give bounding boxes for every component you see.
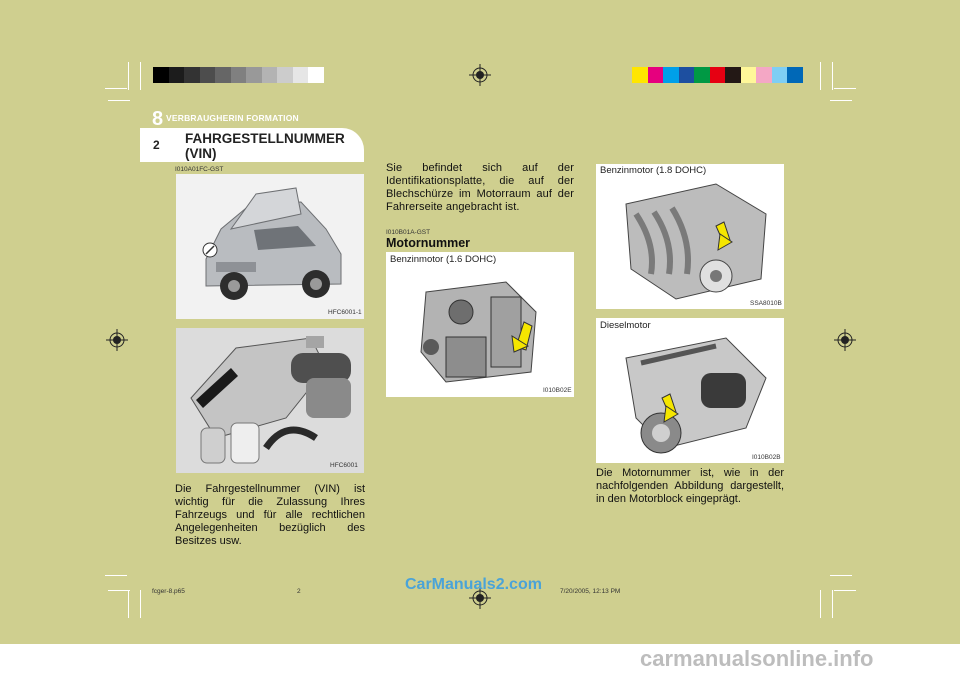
- image-label: I010B02B: [752, 454, 781, 461]
- footer-file-name: fcger-8.p65: [152, 588, 185, 595]
- crop-mark: [834, 590, 856, 591]
- color-swatch: [215, 67, 231, 83]
- crop-mark: [830, 575, 852, 576]
- crop-mark: [834, 88, 856, 89]
- section-title: FAHRGESTELLNUMMER (VIN): [185, 131, 345, 161]
- bottom-watermark[interactable]: carmanualsonline.info: [640, 646, 874, 672]
- engine-1-6-photo: [386, 252, 574, 397]
- color-swatch: [184, 67, 200, 83]
- gray-color-bar: [153, 67, 324, 83]
- color-swatch: [199, 67, 215, 83]
- engine-1-8-photo: [596, 164, 784, 309]
- vin-paragraph: Die Fahrgestellnummer (VIN) ist wichtig …: [175, 483, 365, 547]
- color-swatch: [246, 67, 262, 83]
- crop-mark: [128, 590, 129, 618]
- manual-page: 8 VERBRAUGHERIN FORMATION 2 FAHRGESTELLN…: [0, 0, 960, 678]
- engine-1-6-caption: Benzinmotor (1.6 DOHC): [390, 254, 497, 265]
- engine-1-8-caption: Benzinmotor (1.8 DOHC): [600, 165, 707, 176]
- crop-mark: [140, 62, 141, 90]
- diesel-engine-photo: [596, 318, 784, 463]
- car-front-photo: [176, 174, 364, 319]
- color-swatch: [277, 67, 293, 83]
- crop-mark: [140, 590, 141, 618]
- diesel-engine-illustration: [596, 318, 784, 463]
- crop-mark: [108, 590, 130, 591]
- engine-number-title: Motornummer: [386, 236, 471, 250]
- crop-mark: [820, 62, 821, 90]
- crop-mark: [832, 590, 833, 618]
- location-paragraph: Sie befindet sich auf der Identifikation…: [386, 162, 574, 213]
- color-swatch: [709, 67, 725, 83]
- color-swatch: [153, 67, 169, 83]
- color-swatch: [647, 67, 663, 83]
- color-swatch: [663, 67, 679, 83]
- subsection-code: I010B01A-GST: [386, 229, 431, 236]
- crop-mark: [105, 575, 127, 576]
- crop-mark: [830, 100, 852, 101]
- registration-mark-icon: [469, 64, 491, 86]
- footer-page: 2: [297, 588, 301, 595]
- engine-bay-illustration: [176, 328, 364, 473]
- registration-mark-icon: [106, 329, 128, 351]
- image-label: HFC6001-1: [328, 309, 362, 316]
- crop-mark: [105, 88, 127, 89]
- crop-mark: [108, 100, 130, 101]
- car-illustration: [176, 174, 364, 319]
- image-label: SSA8010B: [750, 300, 782, 307]
- image-label: HFC6001: [330, 462, 358, 469]
- engine-1-6-illustration: [386, 252, 574, 397]
- watermark-link[interactable]: CarManuals2.com: [405, 576, 542, 594]
- color-swatch: [168, 67, 184, 83]
- footer-timestamp: 7/20/2005, 12:13 PM: [560, 588, 621, 595]
- diesel-engine-caption: Dieselmotor: [600, 320, 651, 331]
- color-swatch: [292, 67, 308, 83]
- color-swatch: [308, 67, 324, 83]
- color-swatch: [756, 67, 772, 83]
- color-swatch: [678, 67, 694, 83]
- color-swatch: [740, 67, 756, 83]
- bottom-strip: carmanualsonline.info: [0, 644, 960, 678]
- engine-number-paragraph: Die Motornummer ist, wie in der nachfolg…: [596, 467, 784, 505]
- color-swatch: [725, 67, 741, 83]
- color-swatch: [230, 67, 246, 83]
- page-number: 2: [153, 138, 160, 152]
- registration-mark-icon: [834, 329, 856, 351]
- engine-bay-vin-photo: [176, 328, 364, 473]
- color-swatch: [771, 67, 787, 83]
- section-code: I010A01FC-GST: [175, 166, 224, 173]
- crop-mark: [832, 62, 833, 90]
- process-color-bar: [632, 67, 803, 83]
- color-swatch: [787, 67, 803, 83]
- crop-mark: [820, 590, 821, 618]
- color-swatch: [632, 67, 648, 83]
- chapter-title: VERBRAUGHERIN FORMATION: [166, 113, 299, 123]
- engine-1-8-illustration: [596, 164, 784, 309]
- color-swatch: [261, 67, 277, 83]
- image-label: I010B02E: [543, 387, 572, 394]
- crop-mark: [128, 62, 129, 90]
- color-swatch: [694, 67, 710, 83]
